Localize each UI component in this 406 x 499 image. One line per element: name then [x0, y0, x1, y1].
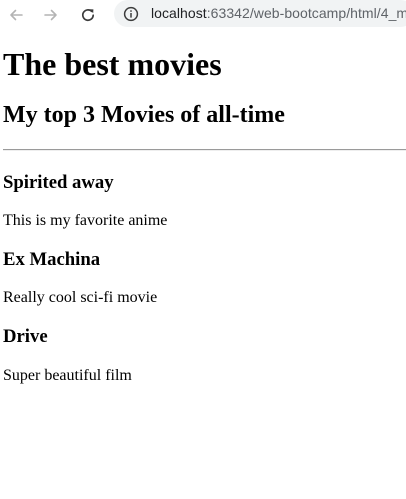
movie-description: Really cool sci-fi movie [3, 289, 158, 306]
browser-toolbar: localhost:63342/web-bootcamp/html/4_m [0, 0, 406, 30]
page-title: The best movies [3, 46, 222, 82]
movie-description: Super beautiful film [3, 367, 132, 384]
url-path: :63342/web-bootcamp/html/4_m [206, 5, 406, 21]
url-text[interactable]: localhost:63342/web-bootcamp/html/4_m [151, 5, 406, 22]
horizontal-rule [3, 149, 406, 151]
page-content: The best movies My top 3 Movies of all-t… [0, 30, 406, 499]
movie-title: Spirited away [3, 172, 114, 193]
movie-description: This is my favorite anime [3, 212, 168, 229]
reload-button[interactable] [76, 3, 100, 27]
page-subtitle: My top 3 Movies of all-time [3, 102, 285, 128]
forward-button[interactable] [39, 3, 63, 27]
reload-icon [80, 7, 96, 23]
arrow-left-icon [8, 7, 24, 23]
address-bar[interactable]: localhost:63342/web-bootcamp/html/4_m [114, 0, 406, 27]
info-icon[interactable] [121, 4, 140, 23]
movie-title: Drive [3, 326, 48, 347]
back-button[interactable] [4, 3, 28, 27]
arrow-right-icon [43, 7, 59, 23]
url-host: localhost [151, 5, 207, 21]
movie-title: Ex Machina [3, 249, 101, 270]
